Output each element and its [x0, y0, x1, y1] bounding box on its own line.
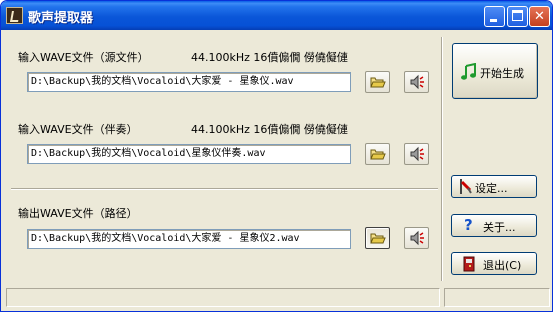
accompaniment-label: 输入WAVE文件（伴奏） [18, 123, 138, 136]
accompaniment-format-info: 44.100kHz 16僨傓僩 僗僥儗僆 [191, 123, 348, 136]
folder-icon [370, 77, 386, 88]
output-browse-button[interactable] [365, 227, 390, 249]
window-title: 歌声提取器 [28, 11, 94, 26]
maximize-icon [512, 10, 523, 21]
source-path-field[interactable]: D:\Backup\我的文档\Vocaloid\大家爱 - 星象仪.wav [27, 72, 351, 92]
accompaniment-path-field[interactable]: D:\Backup\我的文档\Vocaloid\星象仪伴奏.wav [27, 144, 351, 164]
start-generate-button[interactable]: 开始生成 [452, 43, 538, 99]
speaker-icon [410, 74, 424, 90]
output-label: 输出WAVE文件（路径） [18, 207, 138, 220]
folder-icon [370, 149, 386, 160]
status-pane-secondary [444, 288, 550, 307]
settings-icon [460, 179, 472, 194]
settings-button[interactable]: 设定... [451, 175, 537, 198]
title-bar[interactable]: 歌声提取器 ✕ [1, 1, 552, 30]
status-pane-main [6, 288, 440, 307]
status-bar [6, 288, 550, 309]
help-icon: ? [464, 216, 473, 234]
exit-button[interactable]: 退出(C) [451, 252, 537, 275]
minimize-icon [490, 19, 497, 22]
column-divider [441, 37, 443, 281]
exit-label: 退出(C) [483, 259, 522, 272]
main-window: 歌声提取器 ✕ 输入WAVE文件（源文件） 44.100kHz 16僨傓僩 僗僥… [0, 0, 553, 312]
music-note-icon [461, 63, 476, 80]
source-format-info: 44.100kHz 16僨傓僩 僗僥儗僆 [191, 51, 348, 64]
source-browse-button[interactable] [365, 71, 390, 93]
settings-label: 设定... [475, 182, 508, 195]
speaker-icon [410, 230, 424, 246]
exit-icon [463, 256, 475, 272]
output-path-field[interactable]: D:\Backup\我的文档\Vocaloid\大家爱 - 星象仪2.wav [27, 229, 351, 249]
accompaniment-play-button[interactable] [404, 143, 429, 165]
maximize-button[interactable] [507, 6, 528, 27]
speaker-icon [410, 146, 424, 162]
source-label: 输入WAVE文件（源文件） [18, 51, 149, 64]
accompaniment-browse-button[interactable] [365, 143, 390, 165]
folder-icon [370, 233, 386, 244]
program-icon [6, 7, 23, 24]
source-play-button[interactable] [404, 71, 429, 93]
minimize-button[interactable] [484, 6, 505, 27]
about-label: 关于... [483, 221, 516, 234]
close-button[interactable]: ✕ [529, 6, 550, 27]
output-play-button[interactable] [404, 227, 429, 249]
close-icon: ✕ [534, 9, 545, 24]
section-divider [11, 188, 438, 190]
start-generate-label: 开始生成 [480, 67, 524, 80]
about-button[interactable]: ? 关于... [451, 214, 537, 237]
